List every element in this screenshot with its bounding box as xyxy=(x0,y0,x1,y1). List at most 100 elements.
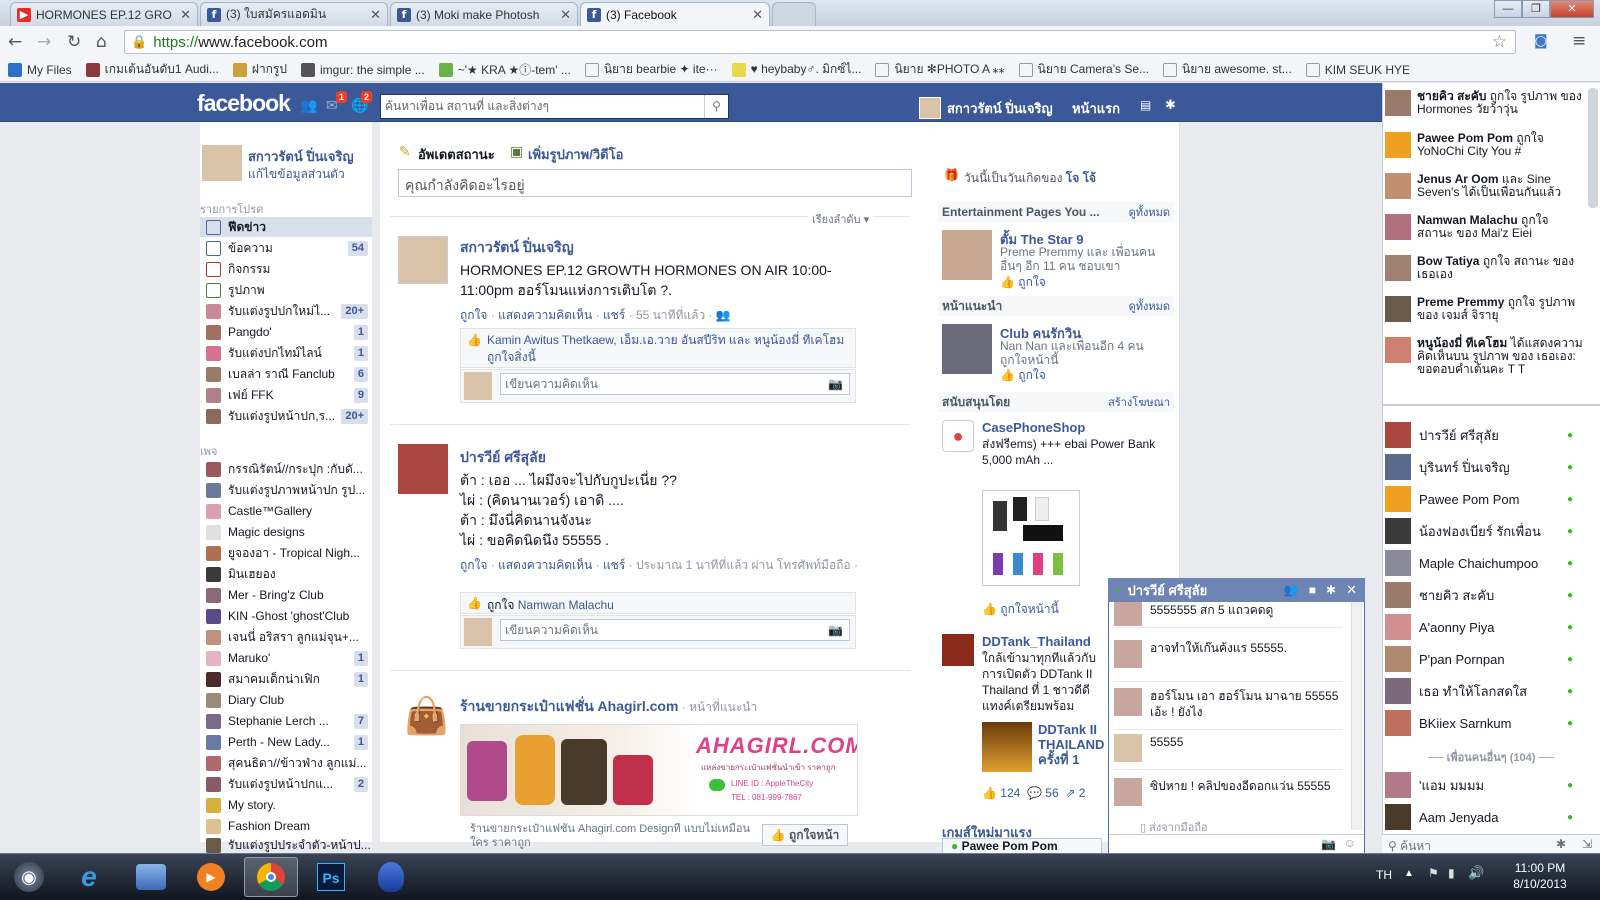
sidebar-page-3[interactable]: Magic designs xyxy=(200,522,372,542)
camera-icon[interactable]: 📷 xyxy=(828,623,843,637)
bookmark-kim[interactable]: KIM SEUK HYE xyxy=(1305,62,1410,77)
chat-input[interactable]: 📷 ☺ xyxy=(1109,834,1364,853)
ticker-item[interactable]: หนูน้องมี่ ทีเคโฮม ได้แสดงความคิดเห็นบน … xyxy=(1385,335,1585,391)
chat-friend[interactable]: A'aonny Piya ● xyxy=(1385,612,1585,642)
chat-friend[interactable]: ปารวีย์ ศรีสุลัย ● xyxy=(1385,420,1585,450)
chrome-taskbar-icon[interactable] xyxy=(244,857,298,897)
ticker-divider[interactable] xyxy=(1382,404,1600,406)
hide-sidebar-icon[interactable]: ⇲ xyxy=(1582,837,1592,851)
camera-icon[interactable]: 📷 xyxy=(828,377,843,391)
close-icon[interactable]: ✕ xyxy=(1346,582,1357,598)
privacy-icon[interactable]: ▤ xyxy=(1140,98,1151,112)
add-friends-icon[interactable]: 👥 xyxy=(1284,583,1299,597)
gear-icon[interactable]: ✱ xyxy=(1165,97,1176,113)
share-link[interactable]: แชร์ xyxy=(603,308,625,322)
like-page-button[interactable]: 👍 ถูกใจหน้า xyxy=(762,824,848,846)
comment-input[interactable]: เขียนความคิดเห็น 📷 xyxy=(500,373,850,395)
post-avatar[interactable] xyxy=(398,236,448,284)
sidebar-page-9[interactable]: Maruko' 1 xyxy=(200,648,372,668)
chat-tab-minimized[interactable]: ● Pawee Pom Pom xyxy=(942,838,1102,853)
sidebar-page-11[interactable]: Diary Club xyxy=(200,690,372,710)
tab-admin[interactable]: f (3) ใบสมัครแอดมิน ✕ xyxy=(200,2,388,26)
new-tab-button[interactable] xyxy=(772,2,816,26)
chat-window-header[interactable]: ● ปารวีย์ ศรีสุลัย 👥 ■ ✱ ✕ xyxy=(1108,578,1365,602)
apple-icon[interactable]: ● xyxy=(942,420,974,452)
ticker-item[interactable]: ชายคิว สะคับ ถูกใจ รูปภาพ ของ Hormones ว… xyxy=(1385,88,1585,128)
bookmark-awesome[interactable]: นิยาย awesome. st... xyxy=(1163,60,1292,79)
ticker-item[interactable]: Pawee Pom Pom ถูกใจ YoNoChi City You # xyxy=(1385,130,1585,170)
page-avatar[interactable] xyxy=(942,230,992,280)
gear-icon[interactable]: ✱ xyxy=(1556,837,1566,851)
bookmark-kra[interactable]: ~'★ KRA ★ⓘ-tem' ... xyxy=(438,61,571,78)
sidebar-page-2[interactable]: Castle™Gallery xyxy=(200,501,372,521)
search-input[interactable]: ค้นหาเพื่อน สถานที่ และสิ่งต่างๆ ⚲ xyxy=(380,94,729,119)
flag-icon[interactable]: ⚑ xyxy=(1428,866,1439,880)
edit-profile-link[interactable]: แก้ไขข้อมูลส่วนตัว xyxy=(248,165,345,184)
sidebar-page-18[interactable]: รับแต่งรูปประจำตัว-หน้าป... xyxy=(200,837,372,853)
search-icon[interactable]: ⚲ xyxy=(704,95,728,118)
sidebar-item-fav-6[interactable]: รับแต่งปกไทม์ไลน์ 1 xyxy=(200,343,372,363)
ad-image[interactable] xyxy=(982,490,1080,586)
gear-icon[interactable]: ✱ xyxy=(1326,583,1336,597)
chat-friend[interactable]: 'แอม มมมม ● xyxy=(1385,770,1585,800)
profile-name[interactable]: สกาวรัตน์ ปิ่นเจริญ xyxy=(248,146,354,167)
sidebar-item-messages[interactable]: ข้อความ 54 xyxy=(200,238,372,258)
chat-friend[interactable]: P'pan Pornpan ● xyxy=(1385,644,1585,674)
profile-avatar[interactable] xyxy=(202,145,242,181)
language-indicator[interactable]: TH xyxy=(1376,868,1392,882)
tab-hormones[interactable]: ▶ HORMONES EP.12 GRO ✕ xyxy=(10,2,198,26)
network-icon[interactable]: ▮ xyxy=(1448,866,1455,880)
comment-link[interactable]: แสดงความคิดเห็น xyxy=(498,308,592,322)
sidebar-page-7[interactable]: KIN -Ghost 'ghost'Club xyxy=(200,606,372,626)
close-icon[interactable]: ✕ xyxy=(370,7,381,23)
sidebar-page-1[interactable]: รับแต่งรูปภาพหน้าปก รูป... xyxy=(200,480,372,500)
chat-friend[interactable]: เธอ ทำให้โลกสดใส ● xyxy=(1385,676,1585,706)
tab-moki[interactable]: f (3) Moki make Photosh ✕ xyxy=(390,2,578,26)
tab-facebook[interactable]: f (3) Facebook ✕ xyxy=(580,2,770,26)
add-photo-tab[interactable]: เพิ่มรูปภาพ/วิดีโอ xyxy=(528,144,623,165)
chat-scrollbar[interactable] xyxy=(1351,602,1363,830)
media-player-taskbar-icon[interactable]: ▶ xyxy=(184,857,238,897)
page-banner[interactable]: AHAGIRL.COM แหล่งขายกระเป๋าแฟชั่นนำเข้า … xyxy=(460,724,858,816)
facebook-logo[interactable]: facebook xyxy=(197,90,291,117)
chat-friend[interactable]: ชายคิว สะคับ ● xyxy=(1385,580,1585,610)
sidebar-item-fav-8[interactable]: เฟย์ FFK 9 xyxy=(200,385,372,405)
share-link[interactable]: แชร์ xyxy=(603,558,625,572)
close-icon[interactable]: ✕ xyxy=(752,7,763,23)
restore-icon[interactable]: ❐ xyxy=(1522,0,1550,18)
emoji-icon[interactable]: ☺ xyxy=(1344,836,1356,850)
friend-requests-icon[interactable]: 👥 xyxy=(300,97,317,114)
chat-friend[interactable]: Aam Jenyada ● xyxy=(1385,802,1585,832)
ticker-item[interactable]: Preme Premmy ถูกใจ รูปภาพ ของ เจมส์ จิรา… xyxy=(1385,294,1585,334)
bookmark-audition[interactable]: เกมเต้นอันดับ1 Audi... xyxy=(85,60,219,79)
chat-friend[interactable]: Pawee Pom Pom ● xyxy=(1385,484,1585,514)
forward-icon[interactable]: → xyxy=(37,32,51,52)
close-window-icon[interactable]: ✕ xyxy=(1550,0,1594,18)
sidebar-page-17[interactable]: Fashion Dream xyxy=(200,816,372,836)
address-bar[interactable]: 🔒 https://www.facebook.com ☆ xyxy=(124,30,1516,54)
ticker-item[interactable]: Bow Tatiya ถูกใจ สถานะ ของเธอเอง xyxy=(1385,253,1585,293)
sidebar-item-fav-5[interactable]: Pangdo' 1 xyxy=(200,322,372,342)
sidebar-item-fav-4[interactable]: รับแต่งรูปปกใหม่ไ... 20+ xyxy=(200,301,372,321)
video-call-icon[interactable]: ■ xyxy=(1309,583,1316,597)
post-author[interactable]: สกาวรัตน์ ปิ่นเจริญ xyxy=(460,237,574,259)
ie-taskbar-icon[interactable]: e xyxy=(62,857,116,897)
bookmark-bearbie[interactable]: นิยาย bearbie ✦ ite··· xyxy=(584,60,718,79)
update-status-tab[interactable]: อัพเดตสถานะ xyxy=(418,144,495,165)
camera-icon[interactable]: 📷 xyxy=(1321,837,1336,851)
ticker-item[interactable]: Jenus Ar Oom และ Sine Seven's ได้เป็นเพื… xyxy=(1385,171,1585,211)
post-author[interactable]: ปารวีย์ ศรีสุลัย xyxy=(460,447,546,469)
sidebar-page-15[interactable]: รับแต่งรูปหน้าปกแ... 2 xyxy=(200,774,372,794)
reload-icon[interactable]: ↻ xyxy=(67,32,81,52)
close-icon[interactable]: ✕ xyxy=(180,7,191,23)
bookmark-imgur[interactable]: imgur: the simple ... xyxy=(301,62,425,77)
sidebar-page-16[interactable]: My story. xyxy=(200,795,372,815)
finder-taskbar-icon[interactable] xyxy=(124,857,178,897)
ad-avatar[interactable] xyxy=(942,634,974,666)
ad-subtitle[interactable]: DDTank II THAILAND ครั้งที่ 1 xyxy=(1038,722,1106,767)
sidebar-page-14[interactable]: สุคนธิดา//ข้าวฟ่าง ลูกแม่... xyxy=(200,753,372,773)
see-all-link[interactable]: ดูทั้งหมด xyxy=(1129,297,1170,315)
bookmark-heybaby[interactable]: ♥ heybaby♂. มิกซ์ไ... xyxy=(731,60,861,79)
chat-friend[interactable]: BKiiex Sarnkum ● xyxy=(1385,708,1585,738)
bookmark-photo[interactable]: นิยาย ✻PHOTO A ⁎⁎ xyxy=(875,60,1005,79)
